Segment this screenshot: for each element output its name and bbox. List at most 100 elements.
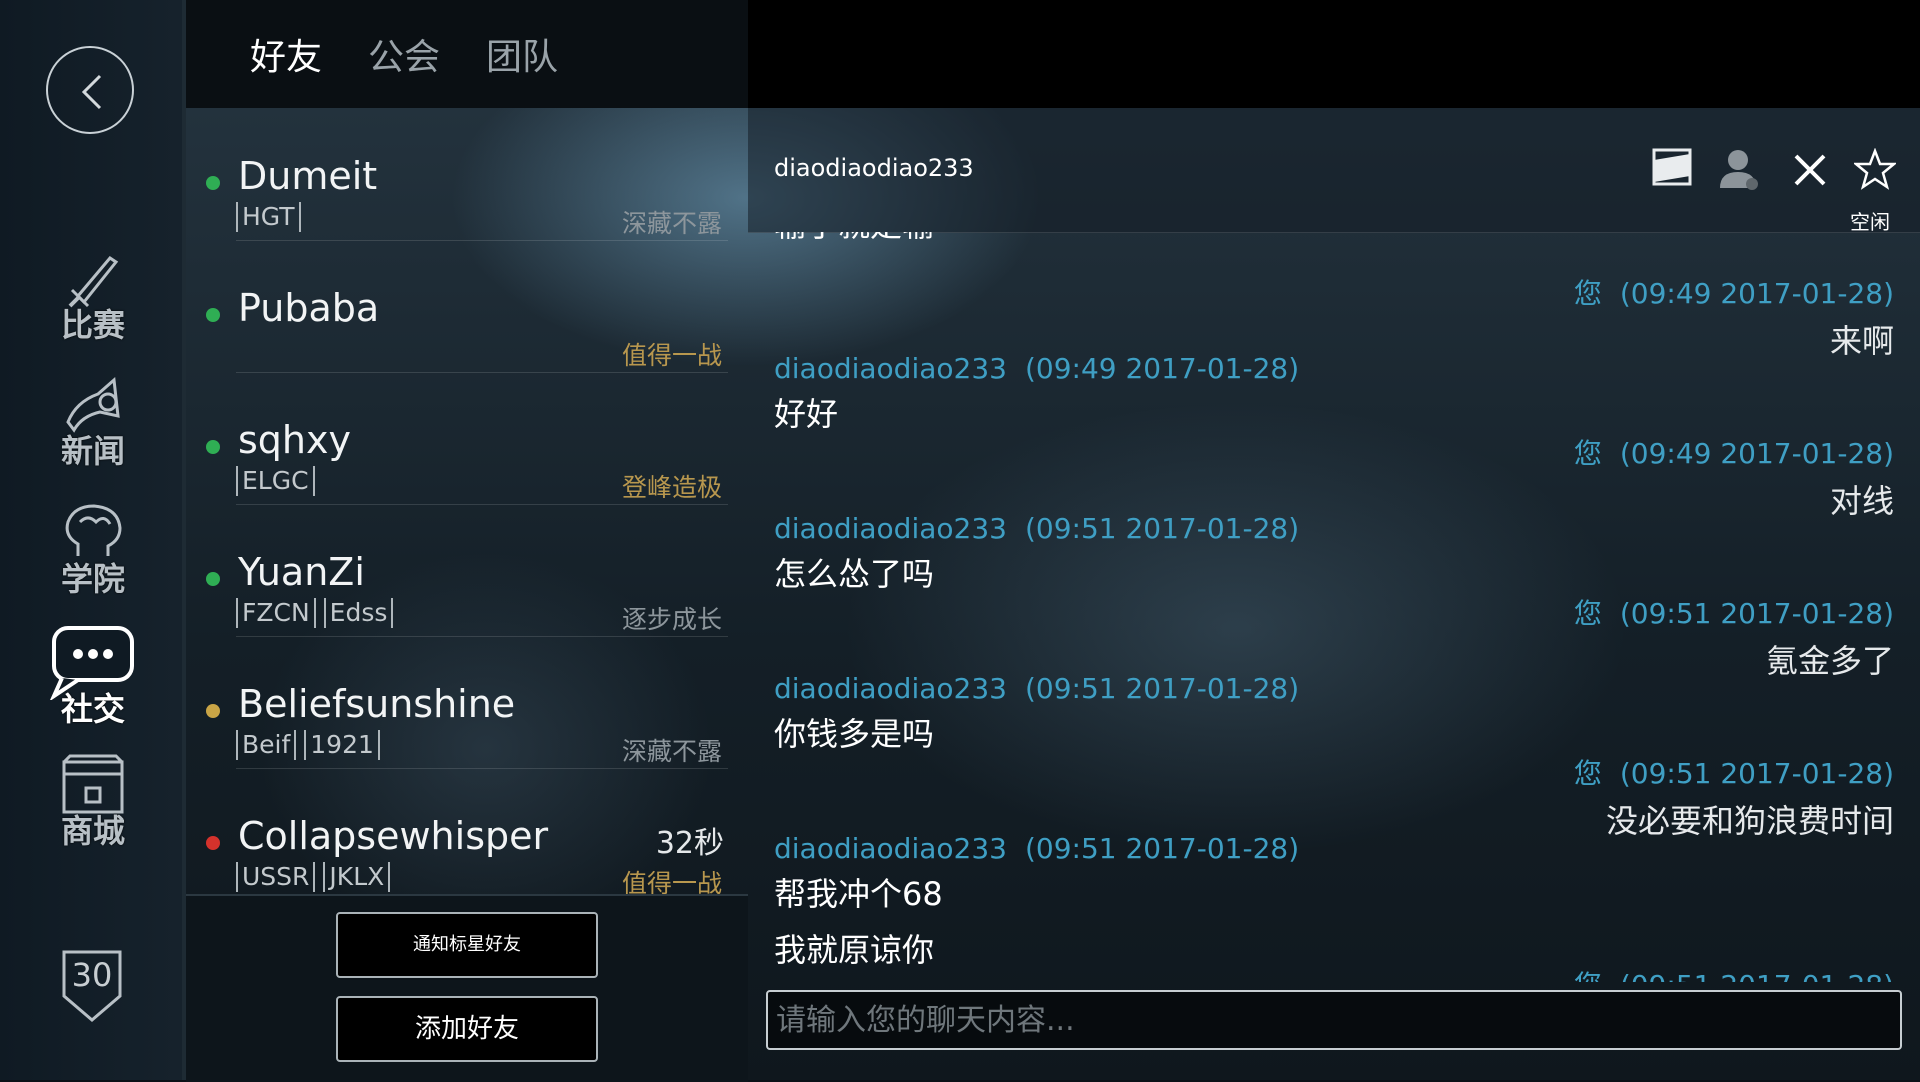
- friend-list[interactable]: Dumeit HGT 深藏不露 Pubaba 值得一战 sqhxy ELGC 登…: [186, 108, 748, 894]
- message-text: 好好: [774, 395, 839, 433]
- tab-friends[interactable]: 好友: [250, 28, 322, 80]
- nav-label: 新闻: [60, 432, 125, 470]
- divider: [236, 372, 728, 373]
- flag-icon[interactable]: [1650, 146, 1694, 190]
- message-text: 来啊: [1829, 322, 1894, 360]
- friend-tags: HGT: [236, 202, 309, 232]
- message-text: 帮我冲个68: [774, 875, 943, 913]
- friend-name: Collapsewhisper: [238, 814, 549, 858]
- nav-label: 学院: [60, 560, 125, 598]
- friend-item[interactable]: sqhxy ELGC 登峰造极: [186, 376, 748, 508]
- message-outgoing: 您 (09:49 2017-01-28) 来啊: [1574, 272, 1894, 362]
- nav-item-academy[interactable]: 学院: [40, 500, 146, 610]
- friend-rank: 深藏不露: [621, 209, 722, 238]
- friend-rank: 登峰造极: [621, 473, 722, 502]
- tab-team[interactable]: 团队: [486, 28, 558, 80]
- chat-input-container: [766, 990, 1902, 1050]
- player-level: 30: [71, 956, 113, 994]
- nav-item-shop[interactable]: 商城: [40, 752, 146, 862]
- presence-status: 空闲: [1850, 210, 1890, 234]
- friend-item[interactable]: YuanZi FZCN Edss 逐步成长: [186, 508, 748, 640]
- clan-tag: HGT: [236, 202, 301, 232]
- nav-label: 比赛: [60, 306, 125, 344]
- divider: [236, 504, 728, 505]
- player-level-badge[interactable]: 30: [60, 948, 124, 1024]
- friend-tags: ELGC: [236, 466, 323, 496]
- sender-name: 您: [1574, 969, 1602, 982]
- friend-rank: 深藏不露: [621, 737, 722, 766]
- status-dot: [206, 440, 220, 454]
- message-time: (09:51 2017-01-28): [1619, 757, 1894, 790]
- friend-item[interactable]: Beliefsunshine Beif 1921 深藏不露: [186, 640, 748, 772]
- message-incoming: diaodiaodiao233 (09:51 2017-01-28) 你钱多是吗: [774, 672, 1299, 755]
- status-dot: [206, 572, 220, 586]
- message-time: (09:51 2017-01-28): [1619, 597, 1894, 630]
- clan-tag: Edss: [323, 598, 394, 628]
- status-dot: [206, 308, 220, 322]
- sender-name: 您: [1573, 597, 1602, 630]
- message-outgoing: 您 (09:51 2017-01-28) 氪金多了: [1574, 592, 1894, 682]
- message-time: (09:49 2017-01-28): [1619, 437, 1894, 470]
- friend-item[interactable]: Pubaba 值得一战: [186, 244, 748, 376]
- nav-label: 商城: [60, 812, 125, 850]
- friend-name: sqhxy: [238, 418, 351, 462]
- message-text: 对线: [1829, 482, 1894, 520]
- friend-item[interactable]: Collapsewhisper 32秒 USSR JKLX 值得一战: [186, 772, 748, 894]
- close-icon[interactable]: [1792, 152, 1828, 188]
- friend-rank: 逐步成长: [621, 605, 722, 634]
- message-text: 没必要和狗浪费时间: [1605, 802, 1894, 840]
- clan-tag: FZCN: [236, 598, 316, 628]
- sender-name: diaodiaodiao233: [774, 832, 1007, 865]
- friend-tags: Beif 1921: [236, 730, 388, 760]
- sender-name: 您: [1573, 437, 1602, 470]
- friend-tags: FZCN Edss: [236, 598, 401, 628]
- message-incoming: diaodiaodiao233 (09:49 2017-01-28) 好好: [774, 352, 1299, 435]
- sender-name: diaodiaodiao233: [774, 672, 1007, 705]
- message-time: (09:51 2017-01-28): [1024, 832, 1300, 865]
- clan-tag: JKLX: [323, 862, 391, 892]
- message-text: 氪金多了: [1765, 642, 1894, 680]
- tab-guild[interactable]: 公会: [368, 28, 440, 80]
- message-time: (09:51 2017-01-28): [1024, 672, 1300, 705]
- friend-name: Pubaba: [238, 286, 380, 330]
- nav-item-social[interactable]: 社交: [40, 624, 146, 734]
- clan-tag: USSR: [236, 862, 316, 892]
- friend-rank: 值得一战: [621, 869, 722, 894]
- status-dot: [206, 836, 220, 850]
- status-dot: [206, 176, 220, 190]
- tab-bar: 好友 公会 团队: [186, 0, 748, 108]
- friend-item[interactable]: Dumeit HGT 深藏不露: [186, 112, 748, 244]
- nav-item-match[interactable]: 比赛: [40, 246, 146, 356]
- message-outgoing: 您 (09:49 2017-01-28) 对线: [1574, 432, 1894, 522]
- message-incoming: diaodiaodiao233 (09:51 2017-01-28) 怎么怂了吗: [774, 512, 1299, 595]
- message-time: (09:51 2017-01-28): [1024, 512, 1300, 545]
- sender-name: diaodiaodiao233: [774, 352, 1007, 385]
- message-text: 我就原谅你: [774, 931, 935, 969]
- message-outgoing: 您 (09:51 2017-01-28) 没必要和狗浪费时间: [1574, 752, 1894, 842]
- divider: [236, 240, 728, 241]
- user-settings-icon[interactable]: [1718, 146, 1762, 192]
- divider: [236, 636, 728, 637]
- side-navigation: 比赛 新闻 学院 社交 商城 30: [0, 0, 186, 1080]
- back-button[interactable]: [46, 46, 134, 134]
- star-icon[interactable]: [1854, 148, 1896, 190]
- nav-item-news[interactable]: 新闻: [40, 372, 146, 482]
- friend-tags: USSR JKLX: [236, 862, 398, 892]
- chevron-left-icon: [81, 74, 102, 110]
- chat-header: diaodiaodiao233 空闲: [748, 108, 1920, 234]
- clipped-message: 输了就是输: [774, 232, 934, 246]
- friend-name: YuanZi: [238, 550, 365, 594]
- status-dot: [206, 704, 220, 718]
- chat-input[interactable]: [768, 992, 1900, 1048]
- divider: [236, 768, 728, 769]
- notify-starred-friends-button[interactable]: 通知标星好友: [336, 912, 598, 978]
- friend-name: Beliefsunshine: [238, 682, 516, 726]
- top-bar-empty: [748, 0, 1920, 108]
- message-outgoing: 您 (09:51 2017-01-28): [1574, 964, 1894, 982]
- chat-history[interactable]: 输了就是输 您 (09:49 2017-01-28) 来啊 diaodiaodia…: [748, 232, 1920, 982]
- message-text: 怎么怂了吗: [774, 555, 935, 593]
- sender-name: diaodiaodiao233: [774, 512, 1007, 545]
- clan-tag: Beif: [236, 730, 297, 760]
- message-text: 你钱多是吗: [774, 715, 935, 753]
- add-friend-button[interactable]: 添加好友: [336, 996, 598, 1062]
